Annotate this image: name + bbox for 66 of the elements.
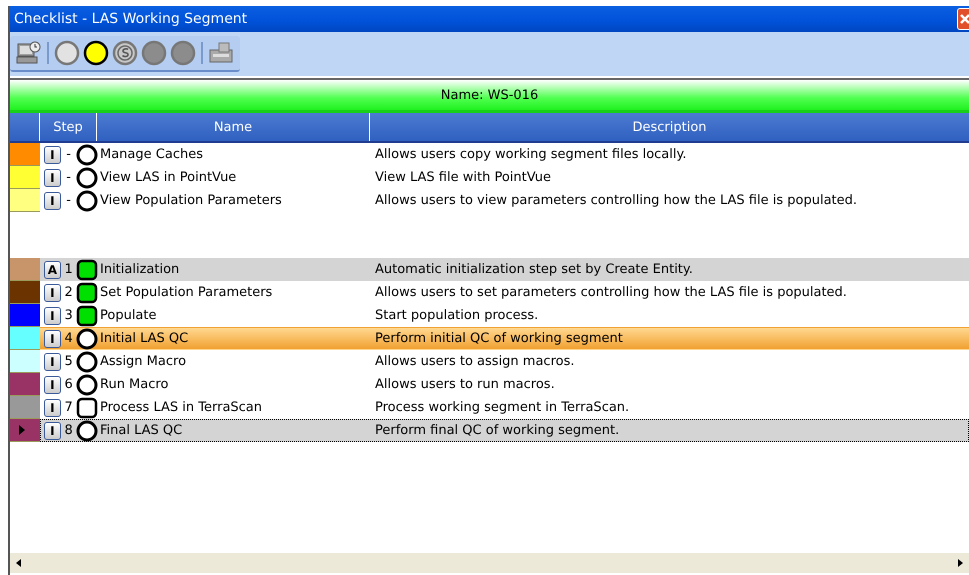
horizontal-scrollbar[interactable]: [10, 553, 969, 573]
column-header[interactable]: Description: [370, 113, 969, 141]
mode-badge: I: [44, 376, 61, 394]
window-title: Checklist - LAS Working Segment: [14, 11, 248, 27]
step-name: Final LAS QC: [99, 423, 184, 438]
step-name: Run Macro: [99, 377, 170, 392]
step-description: Allows users to assign macros.: [374, 354, 576, 369]
step-description: Allows users to set parameters controlling how the LAS file is populated.: [374, 285, 848, 300]
column-header[interactable]: Name: [97, 113, 370, 141]
step-number: 6: [64, 377, 74, 392]
segment-name: Name: WS-016: [440, 88, 538, 102]
step-description: Allows users to run macros.: [374, 377, 556, 392]
step-name: Initialization: [99, 262, 180, 277]
step-description: View LAS file with PointVue: [374, 170, 552, 185]
step-name: Manage Caches: [99, 147, 204, 162]
table-row[interactable]: I 6 Run Macro Allows users to run macros.: [40, 373, 969, 396]
s-circle-icon[interactable]: [112, 40, 138, 66]
mode-badge: A: [44, 260, 61, 278]
step-number: 4: [64, 331, 74, 346]
mode-badge: I: [44, 284, 61, 302]
step-description: Allows users copy working segment files locally.: [374, 147, 688, 162]
step-number: 8: [64, 423, 74, 438]
table-row[interactable]: I - View Population Parameters Allows users to view parameters controlling how the LAS file is populated.: [40, 189, 969, 212]
table-row[interactable]: I - View LAS in PointVue View LAS file with PointVue: [40, 166, 969, 189]
table-row[interactable]: I 8 Final LAS QC Perform final QC of working segment.: [40, 419, 969, 442]
step-description: Perform initial QC of working segment: [374, 331, 624, 346]
computer-clock-icon[interactable]: [16, 40, 42, 66]
step-name: Populate: [99, 308, 158, 323]
step-name: Set Population Parameters: [99, 285, 274, 300]
table-row[interactable]: A 1 Initialization Automatic initialization step set by Create Entity.: [40, 258, 969, 281]
step-number: 7: [64, 400, 74, 415]
step-description: Perform final QC of working segment.: [374, 423, 620, 438]
table-row[interactable]: I 4 Initial LAS QC Perform initial QC of working segment: [40, 327, 969, 350]
step-description: Allows users to view parameters controlling how the LAS file is populated.: [374, 193, 858, 208]
table-row[interactable]: I 5 Assign Macro Allows users to assign macros.: [40, 350, 969, 373]
step-name: Process LAS in TerraScan: [99, 400, 264, 415]
step-number: 5: [64, 354, 74, 369]
table-row[interactable]: I 7 Process LAS in TerraScan Process working segment in TerraScan.: [40, 396, 969, 419]
mode-badge: I: [44, 352, 61, 370]
close-icon: [960, 14, 969, 24]
mode-badge: I: [44, 192, 61, 210]
step-number: -: [65, 170, 72, 185]
mode-badge: I: [44, 146, 61, 164]
mode-badge: I: [44, 422, 61, 440]
mode-badge: I: [44, 398, 61, 416]
step-number: -: [65, 193, 72, 208]
close-button[interactable]: [957, 8, 969, 30]
step-number: -: [65, 147, 72, 162]
step-name: Assign Macro: [99, 354, 188, 369]
step-name: Initial LAS QC: [99, 331, 190, 346]
step-description: Process working segment in TerraScan.: [374, 400, 630, 415]
step-description: Start population process.: [374, 308, 540, 323]
step-name: View LAS in PointVue: [99, 170, 238, 185]
table-row[interactable]: I 2 Set Population Parameters Allows users to set parameters controlling how the LAS file is populated.: [40, 281, 969, 304]
circle-light-icon[interactable]: [83, 40, 109, 66]
step-name: View Population Parameters: [99, 193, 283, 208]
step-number: 2: [64, 285, 74, 300]
column-header[interactable]: Step: [40, 113, 97, 141]
table-row[interactable]: I - Manage Caches Allows users copy working segment files locally.: [40, 143, 969, 166]
step-number: 3: [64, 308, 74, 323]
mode-badge: I: [44, 330, 61, 348]
step-number: 1: [64, 262, 74, 277]
mode-badge: I: [44, 168, 61, 186]
mode-badge: I: [44, 306, 61, 324]
step-description: Automatic initialization step set by Create Entity.: [374, 262, 694, 277]
table-row[interactable]: I 3 Populate Start population process.: [40, 304, 969, 327]
